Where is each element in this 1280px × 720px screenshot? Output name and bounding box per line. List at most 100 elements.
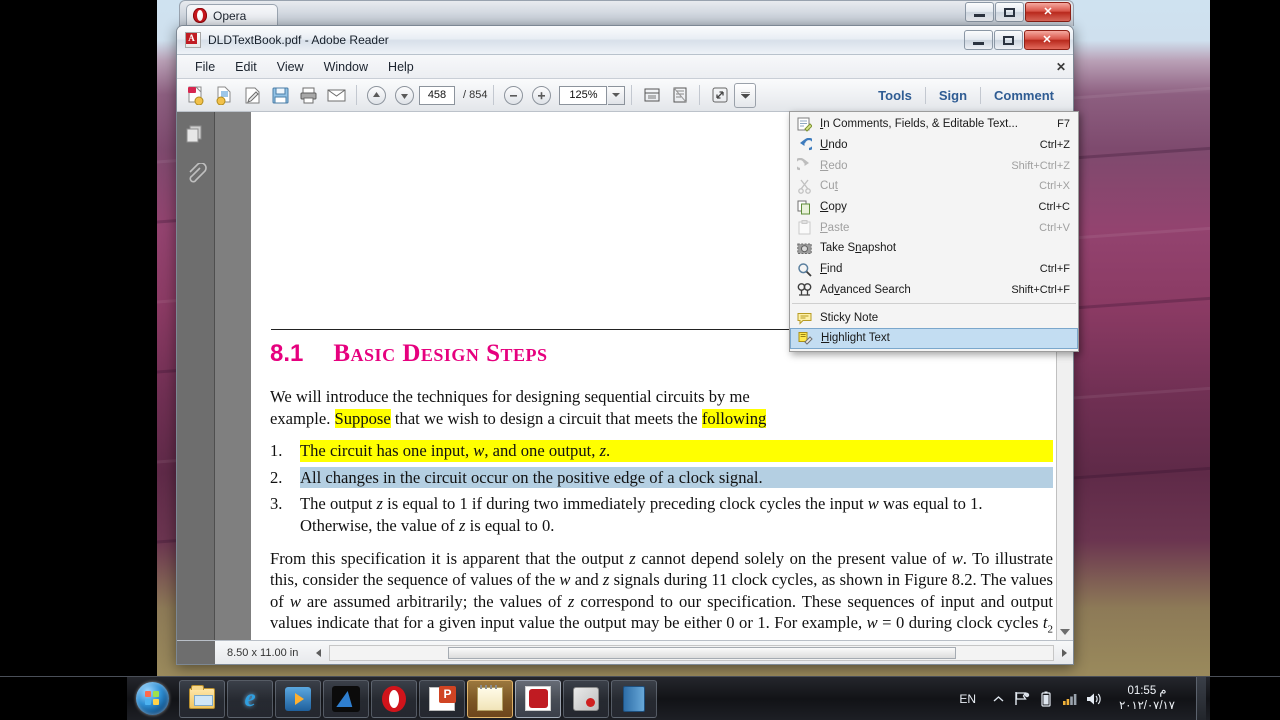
- page-number-input[interactable]: 458: [419, 85, 455, 105]
- menu-item-find[interactable]: Find Ctrl+F: [790, 259, 1078, 280]
- reader-menubar[interactable]: File Edit View Window Help ✕: [177, 55, 1073, 79]
- taskbar-item-powerpoint[interactable]: [419, 679, 465, 718]
- network-icon[interactable]: [1058, 680, 1082, 718]
- language-indicator[interactable]: EN: [949, 692, 986, 706]
- menu-file[interactable]: File: [185, 57, 225, 77]
- show-desktop-button[interactable]: [1196, 676, 1206, 720]
- comment-button[interactable]: Comment: [981, 88, 1067, 103]
- reader-close-button[interactable]: ✕: [1024, 30, 1070, 50]
- page-thumbnails-icon[interactable]: [184, 122, 208, 146]
- horizontal-scrollbar[interactable]: [329, 644, 1054, 661]
- menu-item-copy[interactable]: Copy Ctrl+C: [790, 197, 1078, 218]
- reader-status-bar: 8.50 x 11.00 in: [177, 640, 1073, 664]
- menu-view[interactable]: View: [267, 57, 314, 77]
- system-tray[interactable]: EN 01:55 م ٢٠١٢/٠٧/١٧: [949, 676, 1210, 720]
- taskbar-item-adobe-reader[interactable]: [515, 679, 561, 718]
- start-button[interactable]: [129, 680, 175, 718]
- sticky-note-icon: [796, 310, 812, 326]
- opera-close-button[interactable]: ✕: [1025, 2, 1071, 22]
- sign-button[interactable]: Sign: [926, 88, 980, 103]
- acrobat-icon: [185, 32, 201, 48]
- opera-window-buttons[interactable]: ✕: [964, 2, 1074, 22]
- reader-minimize-button[interactable]: [964, 30, 993, 50]
- taskbar-item-notepad[interactable]: [467, 679, 513, 718]
- page-size-label: 8.50 x 11.00 in: [227, 646, 299, 659]
- menu-item-accel: F7: [1057, 118, 1070, 131]
- menu-item-in-comments-fields[interactable]: In Comments, Fields, & Editable Text... …: [790, 114, 1078, 135]
- previous-page-button[interactable]: [363, 83, 390, 108]
- edit-dropdown-menu[interactable]: In Comments, Fields, & Editable Text... …: [789, 111, 1079, 352]
- export-pdf-icon[interactable]: [211, 83, 238, 108]
- next-page-button[interactable]: [391, 83, 418, 108]
- wmp-icon: [285, 686, 311, 711]
- save-icon[interactable]: [267, 83, 294, 108]
- intro-paragraph: We will introduce the techniques for des…: [270, 387, 767, 428]
- opera-maximize-button[interactable]: [995, 2, 1024, 22]
- menubar-close-icon[interactable]: ✕: [1056, 60, 1066, 74]
- email-icon[interactable]: [323, 83, 350, 108]
- undo-icon: [796, 137, 812, 153]
- opera-minimize-button[interactable]: [965, 2, 994, 22]
- reader-maximize-button[interactable]: [994, 30, 1023, 50]
- menu-window[interactable]: Window: [314, 57, 378, 77]
- menu-item-highlight-text[interactable]: Highlight Text: [790, 327, 1078, 349]
- redo-icon: [796, 158, 812, 174]
- menu-item-accel: Ctrl+F: [1039, 263, 1070, 276]
- list-item: 2. All changes in the circuit occur on t…: [270, 466, 1053, 489]
- toolbar-overflow-button[interactable]: [734, 82, 757, 108]
- menu-item-accel: Shift+Ctrl+F: [1011, 283, 1070, 296]
- tools-button[interactable]: Tools: [865, 88, 925, 103]
- taskbar-item-swish-max[interactable]: [323, 679, 369, 718]
- hscroll-thumb[interactable]: [448, 646, 957, 659]
- battery-icon[interactable]: [1034, 680, 1058, 718]
- reader-window-buttons[interactable]: ✕: [963, 30, 1073, 50]
- menu-item-sticky-note[interactable]: Sticky Note: [790, 307, 1078, 328]
- taskbar-item-dictionary[interactable]: [611, 679, 657, 718]
- page-total-label: / 854: [463, 89, 488, 101]
- zoom-in-button[interactable]: [528, 83, 555, 108]
- hscroll-left-icon[interactable]: [316, 648, 322, 657]
- clock-date: ٢٠١٢/٠٧/١٧: [1119, 699, 1175, 712]
- read-mode-icon[interactable]: [706, 83, 733, 108]
- zoom-out-button[interactable]: [500, 83, 527, 108]
- zoom-level-input[interactable]: 125%: [559, 85, 608, 105]
- reader-toolbar[interactable]: 458 / 854 125% Tools Sign Comment: [177, 79, 1073, 112]
- print-icon[interactable]: [295, 83, 322, 108]
- navigation-rail[interactable]: [177, 112, 215, 640]
- menu-edit[interactable]: Edit: [225, 57, 267, 77]
- reader-titlebar[interactable]: DLDTextBook.pdf - Adobe Reader ✕: [177, 26, 1073, 55]
- taskbar-item-windows-explorer[interactable]: [179, 679, 225, 718]
- taskbar-item-opera[interactable]: [371, 679, 417, 718]
- taskbar-item-internet-explorer[interactable]: e: [227, 679, 273, 718]
- volume-icon[interactable]: [1082, 680, 1106, 718]
- opera-tab[interactable]: Opera: [186, 4, 278, 26]
- menu-item-undo[interactable]: Undo Ctrl+Z: [790, 135, 1078, 156]
- taskbar-right-padding: [1210, 677, 1280, 720]
- zoom-dropdown-icon[interactable]: [608, 85, 626, 105]
- edit-pdf-icon[interactable]: [239, 83, 266, 108]
- scroll-down-icon[interactable]: [1060, 629, 1070, 635]
- explanation-paragraph: From this specification it is apparent t…: [270, 548, 1054, 636]
- hscroll-right-icon[interactable]: [1062, 648, 1067, 657]
- fit-page-icon[interactable]: [638, 83, 665, 108]
- menu-item-advanced-search[interactable]: Advanced Search Shift+Ctrl+F: [790, 280, 1078, 301]
- taskbar-item-windows-media-player[interactable]: [275, 679, 321, 718]
- show-hidden-icons-button[interactable]: [986, 680, 1010, 718]
- taskbar-clock[interactable]: 01:55 م ٢٠١٢/٠٧/١٧: [1106, 684, 1192, 714]
- toolbar-right-links[interactable]: Tools Sign Comment: [865, 86, 1067, 104]
- menu-help[interactable]: Help: [378, 57, 424, 77]
- action-center-flag-icon[interactable]: [1010, 680, 1034, 718]
- create-pdf-icon[interactable]: [183, 83, 210, 108]
- page-content: 8.1 Basic Design Steps We will introduce…: [270, 340, 1053, 640]
- opera-icon: [382, 685, 406, 712]
- menu-item-take-snapshot[interactable]: Take Snapshot: [790, 238, 1078, 259]
- windows-taskbar[interactable]: e EN 01:55 م: [0, 676, 1280, 720]
- taskbar-item-paint[interactable]: [563, 679, 609, 718]
- opera-tabstrip[interactable]: Opera: [179, 0, 1074, 26]
- menu-item-label: Highlight Text: [821, 332, 890, 345]
- highlight-text-icon: [797, 330, 813, 346]
- book-icon: [623, 685, 645, 712]
- fit-width-icon[interactable]: [666, 83, 693, 108]
- attachments-icon[interactable]: [184, 162, 208, 186]
- menu-item-label: Find: [820, 263, 843, 276]
